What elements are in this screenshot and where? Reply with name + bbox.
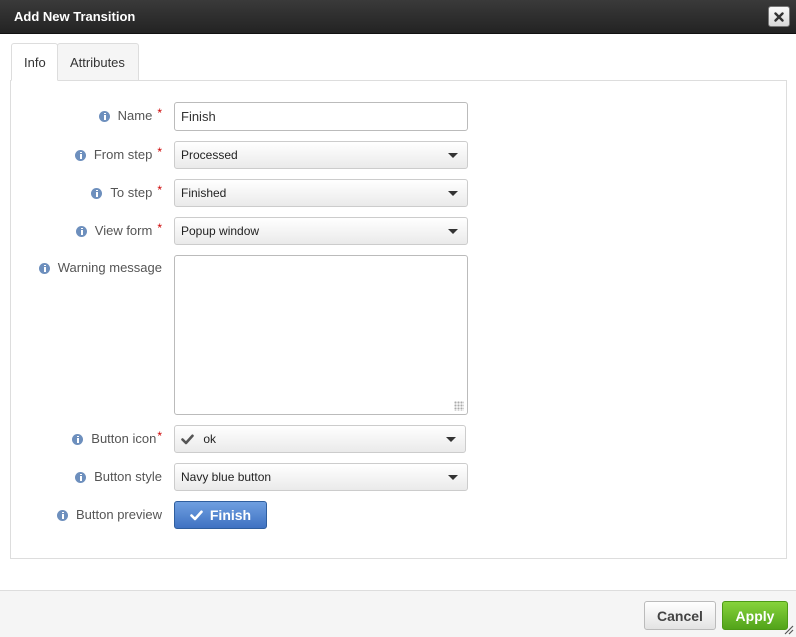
to-step-select[interactable]: Finished [174, 179, 468, 207]
button-icon-select[interactable]: ok [174, 425, 466, 453]
resize-handle-icon[interactable] [454, 401, 464, 411]
chevron-down-icon [446, 437, 456, 442]
info-icon [98, 110, 110, 122]
required-marker: * [157, 145, 162, 159]
preview-finish-button[interactable]: Finish [174, 501, 267, 529]
info-icon [74, 149, 86, 161]
chevron-down-icon [448, 475, 458, 480]
chevron-down-icon [448, 191, 458, 196]
required-marker: * [157, 106, 162, 120]
dialog-title: Add New Transition [14, 9, 136, 24]
apply-button[interactable]: Apply [722, 601, 788, 630]
button-icon-label: Button icon * [72, 425, 162, 453]
info-icon [57, 509, 68, 521]
chevron-down-icon [448, 153, 458, 158]
view-form-label: View form * [75, 217, 162, 245]
button-style-select[interactable]: Navy blue button [174, 463, 468, 491]
dialog-footer: Cancel Apply [0, 590, 796, 637]
info-icon [75, 471, 87, 483]
check-icon [181, 434, 194, 445]
required-marker: * [157, 221, 162, 235]
close-icon [774, 11, 784, 22]
required-marker: * [157, 183, 162, 197]
cancel-button[interactable]: Cancel [644, 601, 716, 630]
warning-message-textarea[interactable] [174, 255, 468, 415]
button-style-label: Button style [75, 463, 162, 491]
tab-attributes[interactable]: Attributes [57, 43, 139, 81]
chevron-down-icon [448, 229, 458, 234]
dialog-titlebar: Add New Transition [0, 0, 796, 34]
info-panel: Name * Finish From step * Processed To s… [10, 80, 787, 559]
info-icon [72, 433, 84, 445]
required-marker: * [157, 429, 162, 443]
tab-info[interactable]: Info [11, 43, 58, 81]
info-icon [38, 262, 50, 274]
name-label: Name * [98, 102, 162, 130]
view-form-select[interactable]: Popup window [174, 217, 468, 245]
from-step-select[interactable]: Processed [174, 141, 468, 169]
warning-message-label: Warning message [38, 255, 162, 281]
info-icon [91, 187, 103, 199]
to-step-label: To step * [91, 179, 162, 207]
from-step-label: From step * [74, 141, 162, 169]
resize-corner-icon[interactable] [784, 625, 794, 635]
check-icon [190, 510, 203, 520]
close-button[interactable] [768, 6, 790, 27]
button-preview-label: Button preview [57, 501, 162, 529]
info-icon [75, 225, 87, 237]
name-input[interactable]: Finish [174, 102, 468, 131]
